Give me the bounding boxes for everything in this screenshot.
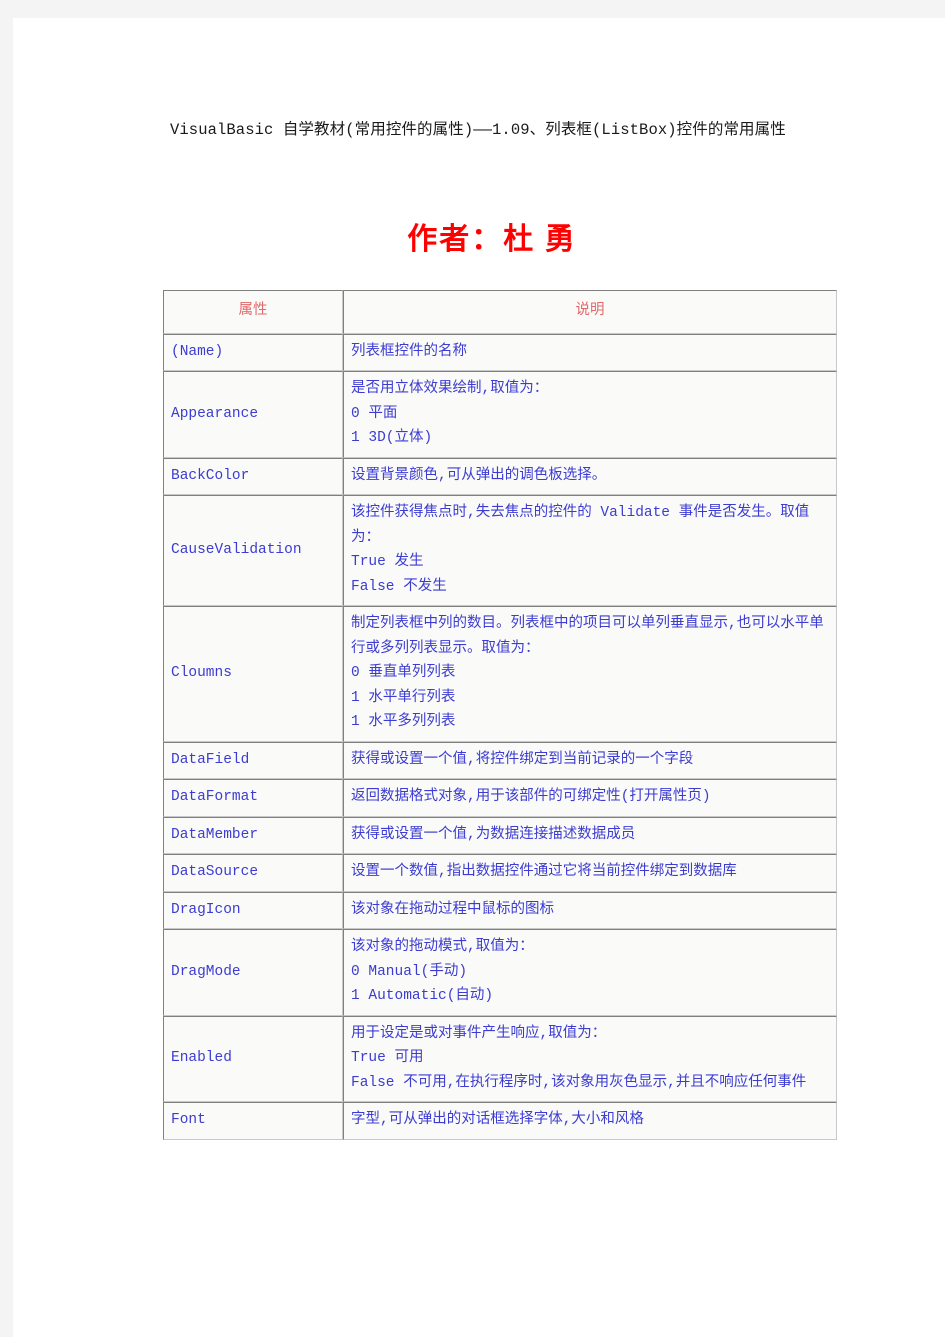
property-description-cell: 获得或设置一个值,将控件绑定到当前记录的一个字段 — [343, 741, 837, 779]
property-description-cell: 返回数据格式对象,用于该部件的可绑定性(打开属性页) — [343, 779, 837, 817]
description-line: False 不可用,在执行程序时,该对象用灰色显示,并且不响应任何事件 — [351, 1074, 807, 1091]
table-row: DataMember 获得或设置一个值,为数据连接描述数据成员 — [163, 816, 837, 854]
table-row: DataSource 设置一个数值,指出数据控件通过它将当前控件绑定到数据库 — [163, 854, 837, 892]
description-line: 字型,可从弹出的对话框选择字体,大小和风格 — [351, 1112, 644, 1128]
description-line: 1 Automatic(自动) — [351, 988, 494, 1004]
property-description-cell: 制定列表框中列的数目。列表框中的项目可以单列垂直显示,也可以水平单行或多列列表显… — [343, 606, 837, 742]
description-line: 返回数据格式对象,用于该部件的可绑定性(打开属性页) — [351, 789, 711, 805]
property-name-cell: BackColor — [163, 457, 343, 495]
table-row: DataFormat 返回数据格式对象,用于该部件的可绑定性(打开属性页) — [163, 779, 837, 817]
description-line: True 可用 — [351, 1050, 424, 1066]
table-row: DataField 获得或设置一个值,将控件绑定到当前记录的一个字段 — [163, 741, 837, 779]
property-name-cell: DataField — [163, 741, 343, 779]
table-row: (Name) 列表框控件的名称 — [163, 333, 837, 371]
property-name-cell: Font — [163, 1102, 343, 1140]
table-row: Cloumns 制定列表框中列的数目。列表框中的项目可以单列垂直显示,也可以水平单… — [163, 606, 837, 742]
author-byline: 作者：杜 勇 — [407, 223, 577, 256]
description-line: 获得或设置一个值,将控件绑定到当前记录的一个字段 — [351, 751, 694, 768]
property-description-cell: 该对象的拖动模式,取值为： 0 Manual(手动) 1 Automatic(自动) — [343, 929, 837, 1016]
property-name-cell: DragIcon — [163, 891, 343, 929]
description-line: 1 水平多列列表 — [351, 714, 456, 730]
property-description-cell: 用于设定是或对事件产生响应,取值为： True 可用 False 不可用,在执行程序… — [343, 1015, 837, 1102]
property-description-cell: 获得或设置一个值,为数据连接描述数据成员 — [343, 816, 837, 854]
description-line: 该对象在拖动过程中鼠标的图标 — [351, 901, 554, 918]
description-line: 设置一个数值,指出数据控件通过它将当前控件绑定到数据库 — [351, 864, 737, 880]
description-line: 是否用立体效果绘制,取值为： — [351, 381, 549, 397]
description-line: 1 水平单行列表 — [351, 689, 456, 706]
table-row: Enabled 用于设定是或对事件产生响应,取值为： True 可用 False 不可… — [163, 1015, 837, 1102]
property-description-cell: 字型,可从弹出的对话框选择字体,大小和风格 — [343, 1102, 837, 1140]
column-header-description: 说明 — [343, 290, 837, 334]
property-name-cell: (Name) — [163, 333, 343, 371]
property-name-cell: DataFormat — [163, 779, 343, 817]
table-header-row: 属性 说明 — [163, 290, 837, 334]
table-row: Appearance 是否用立体效果绘制,取值为： 0 平面 1 3D(立体) — [163, 371, 837, 458]
description-line: 0 Manual(手动) — [351, 963, 468, 980]
description-line: 该对象的拖动模式,取值为： — [351, 939, 534, 955]
column-header-property: 属性 — [163, 290, 343, 334]
property-description-cell: 是否用立体效果绘制,取值为： 0 平面 1 3D(立体) — [343, 371, 837, 458]
property-name-cell: Enabled — [163, 1015, 343, 1102]
table-row: DragMode 该对象的拖动模式,取值为： 0 Manual(手动) 1 Autom… — [163, 929, 837, 1016]
description-line: 用于设定是或对事件产生响应,取值为： — [351, 1025, 607, 1042]
property-description-cell: 列表框控件的名称 — [343, 333, 837, 371]
description-line: 获得或设置一个值,为数据连接描述数据成员 — [351, 826, 636, 843]
page-title: VisualBasic 自学教材(常用控件的属性)——1.09、列表框(List… — [170, 121, 786, 139]
property-name-cell: DataSource — [163, 854, 343, 892]
description-line: 列表框控件的名称 — [351, 343, 467, 360]
description-line: 1 3D(立体) — [351, 430, 433, 446]
property-description-cell: 设置一个数值,指出数据控件通过它将当前控件绑定到数据库 — [343, 854, 837, 892]
property-description-cell: 设置背景颜色,可从弹出的调色板选择。 — [343, 457, 837, 495]
description-line: True 发生 — [351, 554, 424, 570]
document-page: VisualBasic 自学教材(常用控件的属性)——1.09、列表框(List… — [13, 18, 945, 1337]
description-line: 0 平面 — [351, 405, 398, 422]
property-description-cell: 该对象在拖动过程中鼠标的图标 — [343, 891, 837, 929]
table-row: BackColor 设置背景颜色,可从弹出的调色板选择。 — [163, 457, 837, 495]
table-row: Font 字型,可从弹出的对话框选择字体,大小和风格 — [163, 1102, 837, 1140]
property-name-cell: DataMember — [163, 816, 343, 854]
property-name-cell: Appearance — [163, 371, 343, 458]
property-name-cell: Cloumns — [163, 606, 343, 742]
description-line: False 不发生 — [351, 578, 447, 595]
property-description-cell: 该控件获得焦点时,失去焦点的控件的 Validate 事件是否发生。取值为： Tr… — [343, 495, 837, 606]
table-row: DragIcon 该对象在拖动过程中鼠标的图标 — [163, 891, 837, 929]
description-line: 该控件获得焦点时,失去焦点的控件的 Validate 事件是否发生。取值为： — [351, 505, 810, 546]
property-name-cell: CauseValidation — [163, 495, 343, 606]
description-line: 制定列表框中列的数目。列表框中的项目可以单列垂直显示,也可以水平单行或多列列表显… — [351, 616, 824, 657]
table-row: CauseValidation 该控件获得焦点时,失去焦点的控件的 Validat… — [163, 495, 837, 606]
description-line: 0 垂直单列列表 — [351, 665, 456, 681]
description-line: 设置背景颜色,可从弹出的调色板选择。 — [351, 467, 607, 484]
properties-table: 属性 说明 (Name) 列表框控件的名称 Appearance 是否用立体效果绘制,取值… — [163, 290, 837, 1140]
property-name-cell: DragMode — [163, 929, 343, 1016]
